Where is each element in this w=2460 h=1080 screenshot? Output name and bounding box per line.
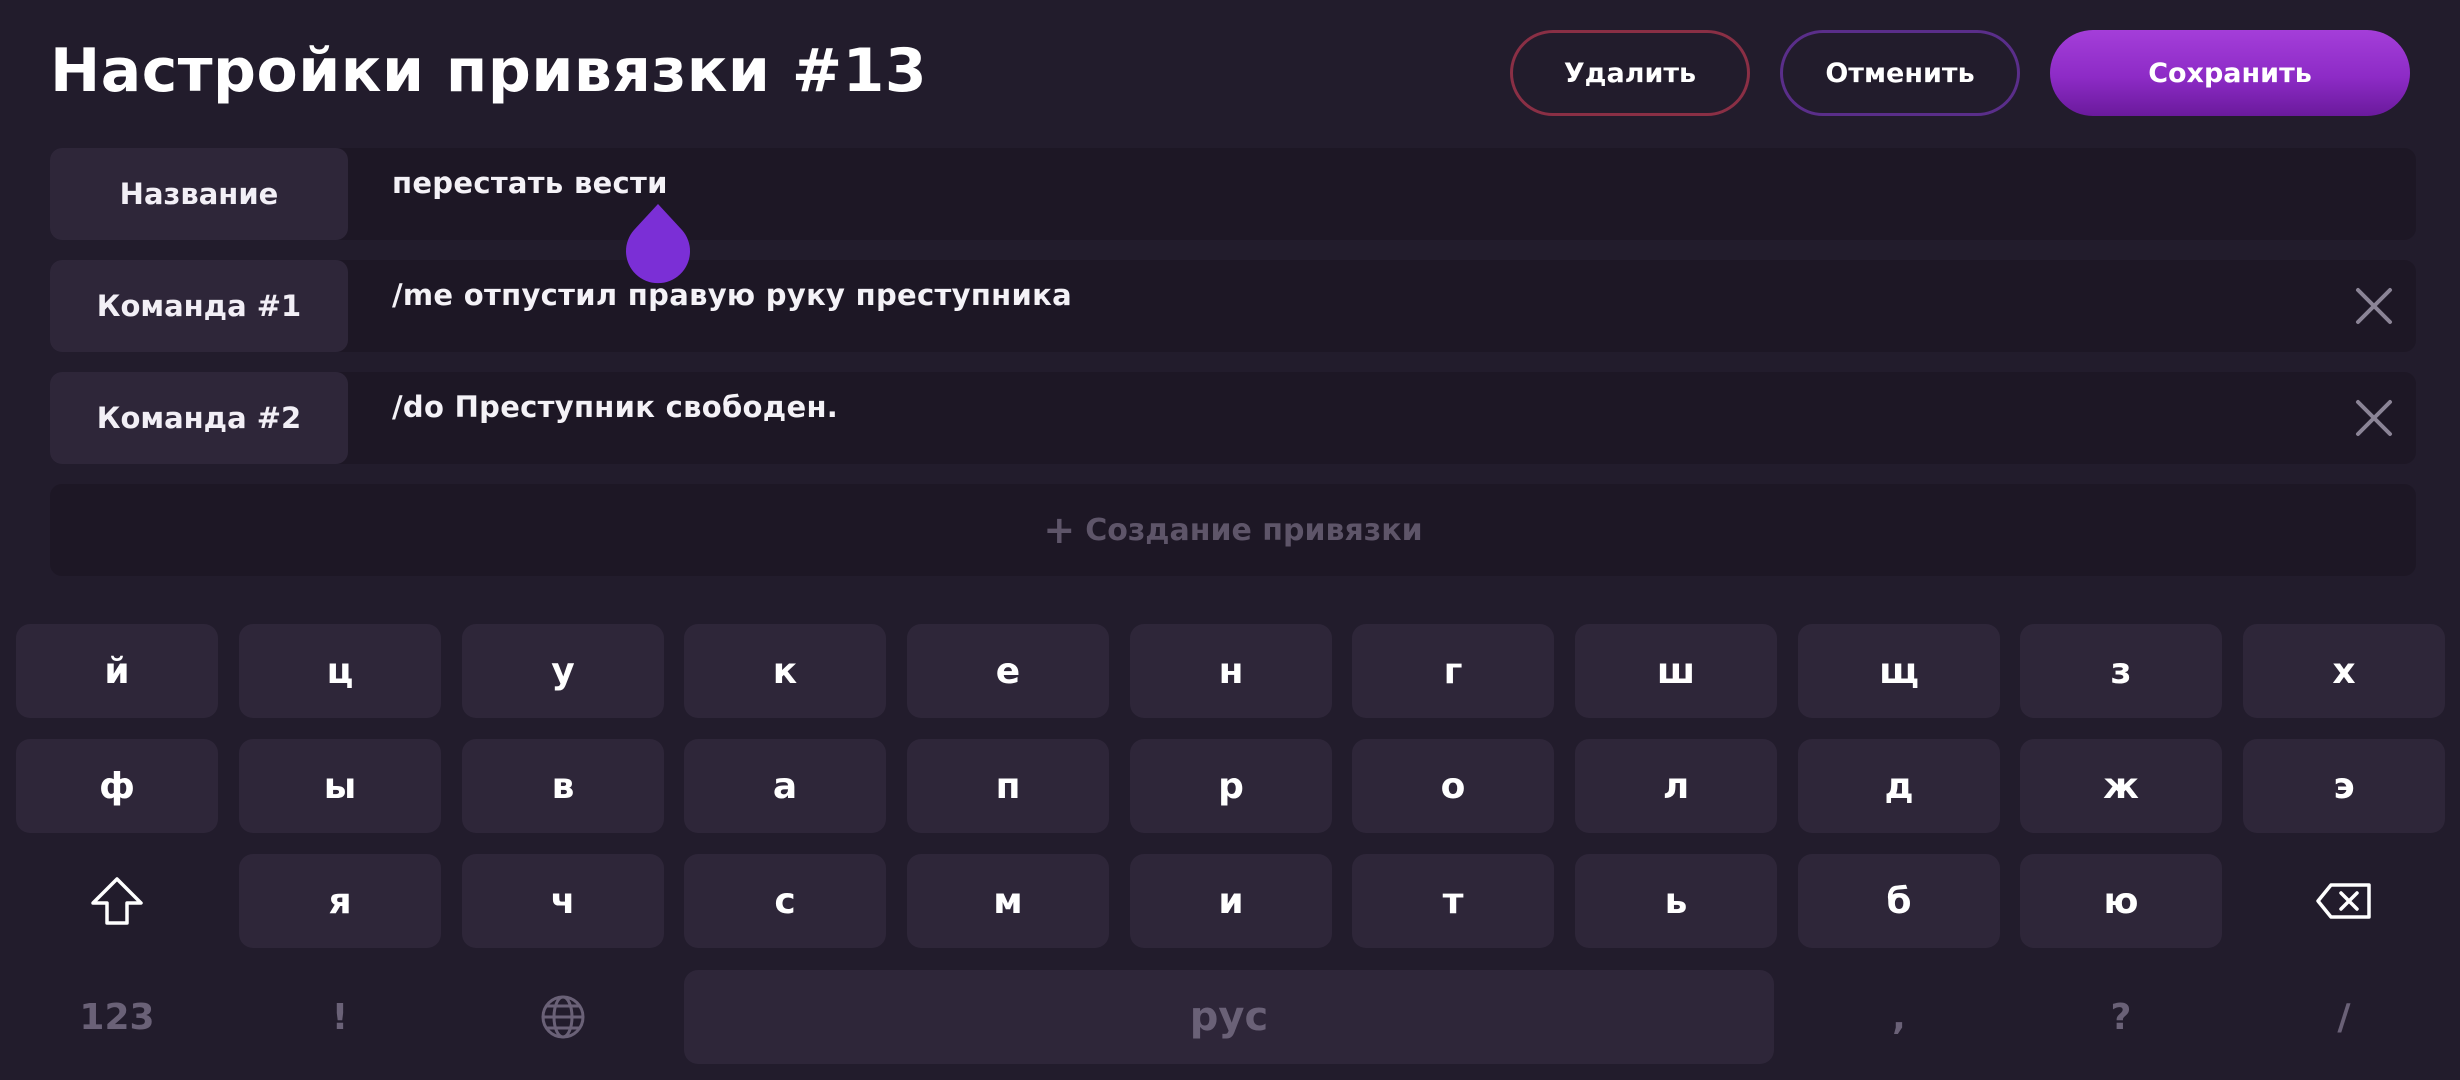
exclamation-key[interactable]: ! (239, 970, 441, 1064)
command-2-remove-button[interactable] (2352, 396, 2396, 440)
key-х[interactable]: х (2243, 624, 2445, 718)
command-2-label: Команда #2 (50, 372, 348, 464)
name-field-row: Название перестать вести (50, 148, 2416, 240)
language-key[interactable] (462, 970, 664, 1064)
text-cursor-handle[interactable] (624, 200, 692, 286)
name-input[interactable]: перестать вести (392, 166, 668, 200)
page-title: Настройки привязки #13 (50, 36, 928, 106)
key-й[interactable]: й (16, 624, 218, 718)
key-и[interactable]: и (1130, 854, 1332, 948)
cancel-button[interactable]: Отменить (1780, 30, 2020, 116)
create-binding-button[interactable]: + Создание привязки (50, 484, 2416, 576)
shift-key[interactable] (16, 854, 218, 948)
plus-icon: + (1043, 508, 1076, 552)
key-щ[interactable]: щ (1798, 624, 2000, 718)
key-о[interactable]: о (1352, 739, 1554, 833)
backspace-key[interactable] (2243, 854, 2445, 948)
key-я[interactable]: я (239, 854, 441, 948)
command-1-input[interactable]: /me отпустил правую руку преступника (392, 278, 1072, 312)
key-э[interactable]: э (2243, 739, 2445, 833)
command-2-row: Команда #2 /do Преступник свободен. (50, 372, 2416, 464)
command-1-remove-button[interactable] (2352, 284, 2396, 328)
name-label: Название (50, 148, 348, 240)
binding-settings-screen: Настройки привязки #13 Удалить Отменить … (0, 0, 2460, 1080)
key-б[interactable]: б (1798, 854, 2000, 948)
close-icon (2356, 288, 2392, 324)
command-1-label: Команда #1 (50, 260, 348, 352)
save-button[interactable]: Сохранить (2050, 30, 2410, 116)
key-ч[interactable]: ч (462, 854, 664, 948)
command-1-row: Команда #1 /me отпустил правую руку прес… (50, 260, 2416, 352)
backspace-icon (2316, 883, 2371, 919)
slash-key[interactable]: / (2243, 970, 2445, 1064)
key-т[interactable]: т (1352, 854, 1554, 948)
key-л[interactable]: л (1575, 739, 1777, 833)
comma-key[interactable]: , (1798, 970, 2000, 1064)
key-ф[interactable]: ф (16, 739, 218, 833)
key-ц[interactable]: ц (239, 624, 441, 718)
key-ь[interactable]: ь (1575, 854, 1777, 948)
key-п[interactable]: п (907, 739, 1109, 833)
key-а[interactable]: а (684, 739, 886, 833)
key-у[interactable]: у (462, 624, 664, 718)
space-key[interactable]: рус (684, 970, 1774, 1064)
question-key[interactable]: ? (2020, 970, 2222, 1064)
key-с[interactable]: с (684, 854, 886, 948)
key-к[interactable]: к (684, 624, 886, 718)
key-е[interactable]: е (907, 624, 1109, 718)
command-2-input[interactable]: /do Преступник свободен. (392, 390, 838, 424)
key-ж[interactable]: ж (2020, 739, 2222, 833)
key-ш[interactable]: ш (1575, 624, 1777, 718)
key-в[interactable]: в (462, 739, 664, 833)
key-н[interactable]: н (1130, 624, 1332, 718)
create-binding-label: Создание привязки (1085, 512, 1423, 548)
key-ю[interactable]: ю (2020, 854, 2222, 948)
key-ы[interactable]: ы (239, 739, 441, 833)
delete-button[interactable]: Удалить (1510, 30, 1750, 116)
key-м[interactable]: м (907, 854, 1109, 948)
key-з[interactable]: з (2020, 624, 2222, 718)
key-г[interactable]: г (1352, 624, 1554, 718)
key-д[interactable]: д (1798, 739, 2000, 833)
key-р[interactable]: р (1130, 739, 1332, 833)
globe-icon (541, 995, 585, 1039)
shift-icon (91, 877, 143, 925)
close-icon (2356, 400, 2392, 436)
numbers-key[interactable]: 123 (16, 970, 218, 1064)
